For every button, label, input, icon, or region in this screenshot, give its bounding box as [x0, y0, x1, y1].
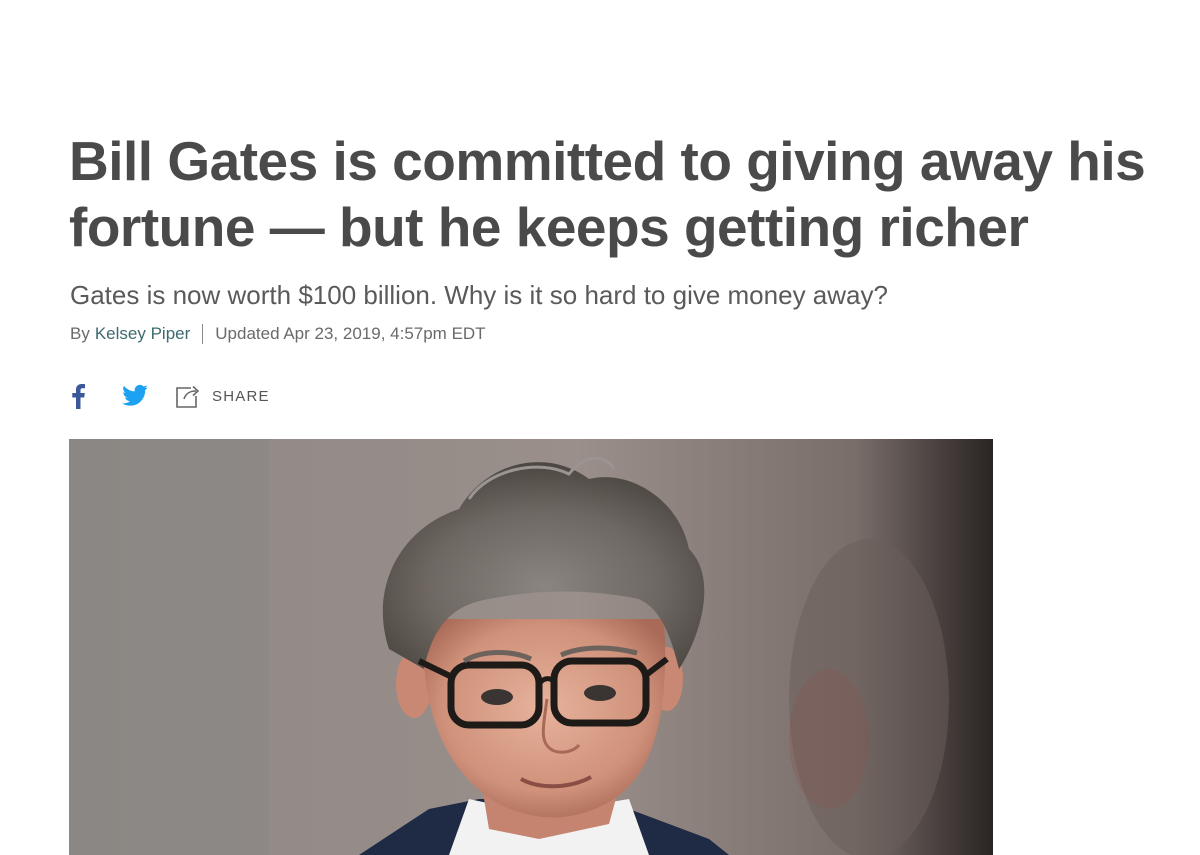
article-dek: Gates is now worth $100 billion. Why is …	[70, 280, 888, 310]
hero-image	[69, 439, 993, 855]
byline-divider	[202, 324, 204, 344]
share-bar: SHARE	[68, 380, 270, 412]
article-headline: Bill Gates is committed to giving away h…	[69, 130, 1146, 258]
facebook-share-button[interactable]	[68, 382, 88, 410]
byline: By Kelsey Piper Updated Apr 23, 2019, 4:…	[70, 323, 486, 345]
updated-timestamp: Updated Apr 23, 2019, 4:57pm EDT	[215, 324, 486, 343]
share-icon	[176, 385, 200, 408]
byline-prefix: By	[70, 324, 90, 343]
share-button[interactable]: SHARE	[174, 382, 270, 410]
twitter-icon	[122, 384, 148, 406]
facebook-icon	[72, 384, 85, 409]
portrait-photo-icon	[69, 439, 993, 855]
twitter-share-button[interactable]	[120, 382, 150, 410]
author-link[interactable]: Kelsey Piper	[95, 323, 190, 345]
share-label: SHARE	[212, 387, 270, 405]
